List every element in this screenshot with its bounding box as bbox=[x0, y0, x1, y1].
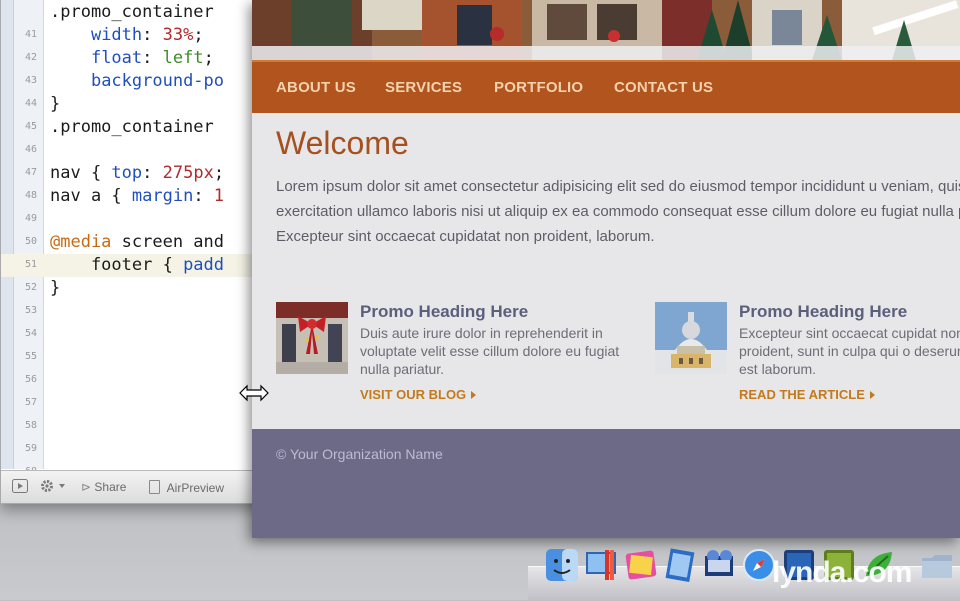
code-text: } bbox=[50, 278, 61, 298]
line-number: 56 bbox=[24, 374, 37, 385]
code-text: .promo_container bbox=[50, 2, 214, 22]
code-text: width: 33%; bbox=[90, 25, 204, 45]
code-text: background-po bbox=[90, 71, 225, 91]
intro-paragraph: Lorem ipsum dolor sit amet consectetur a… bbox=[276, 178, 960, 245]
gear-icon[interactable] bbox=[40, 479, 68, 496]
line-number: 57 bbox=[24, 397, 37, 408]
website-preview: ABOUT US SERVICES PORTFOLIO CONTACT US W… bbox=[252, 0, 960, 538]
line-number: 44 bbox=[24, 98, 37, 109]
line-number: 50 bbox=[24, 236, 37, 247]
system-monitor-icon[interactable] bbox=[584, 548, 618, 582]
code-text: @media screen and bbox=[50, 232, 225, 252]
arrow-right-icon bbox=[869, 391, 875, 399]
nav-about-us[interactable]: ABOUT US bbox=[276, 79, 356, 96]
line-number: 51 bbox=[24, 259, 37, 270]
nav-contact-us[interactable]: CONTACT US bbox=[614, 79, 713, 96]
nav-portfolio[interactable]: PORTFOLIO bbox=[494, 79, 583, 96]
code-text: .promo_container bbox=[50, 117, 214, 137]
site-footer: © Your Organization Name bbox=[252, 429, 960, 538]
line-number: 41 bbox=[24, 29, 37, 40]
promo-text: Excepteur sint occaecat cupidat non proi… bbox=[739, 325, 960, 377]
share-button[interactable]: ⊳ Share bbox=[81, 480, 126, 494]
promo-card: Promo Heading Here Duis aute irure dolor… bbox=[276, 302, 619, 412]
copyright-text: © Your Organization Name bbox=[276, 446, 443, 462]
share-label: Share bbox=[94, 480, 127, 494]
line-number: 52 bbox=[24, 282, 37, 293]
line-number: 46 bbox=[24, 144, 37, 155]
line-number: 53 bbox=[24, 305, 37, 316]
line-number: 43 bbox=[24, 75, 37, 86]
line-number: 45 bbox=[24, 121, 37, 132]
arrow-right-icon bbox=[471, 391, 477, 399]
main-nav: ABOUT US SERVICES PORTFOLIO CONTACT US bbox=[252, 60, 960, 113]
link-label: READ THE ARTICLE bbox=[739, 387, 865, 402]
line-number: 49 bbox=[24, 213, 37, 224]
header-banner-image bbox=[252, 0, 960, 60]
line-number: 48 bbox=[24, 190, 37, 201]
visit-blog-link[interactable]: VISIT OUR BLOG bbox=[360, 387, 477, 402]
line-number: 42 bbox=[24, 52, 37, 63]
line-number: 59 bbox=[24, 443, 37, 454]
line-number: 47 bbox=[24, 167, 37, 178]
photo-app-icon[interactable] bbox=[624, 548, 658, 582]
share-icon: ⊳ bbox=[81, 480, 92, 494]
line-number: 54 bbox=[24, 328, 37, 339]
preview-app-icon[interactable] bbox=[662, 548, 696, 583]
folder-icon[interactable] bbox=[920, 548, 954, 582]
promo-image-chapel bbox=[655, 302, 727, 374]
resize-cursor-icon bbox=[239, 384, 269, 402]
code-text: } bbox=[50, 94, 61, 114]
airpreview-label: AirPreview bbox=[166, 481, 225, 495]
code-text: float: left; bbox=[90, 48, 214, 68]
code-text: nav { top: 275px; bbox=[50, 163, 225, 183]
promo-heading: Promo Heading Here bbox=[739, 302, 908, 321]
promo-text: Duis aute irure dolor in reprehenderit i… bbox=[360, 325, 620, 377]
link-label: VISIT OUR BLOG bbox=[360, 387, 467, 402]
code-text: nav a { margin: 1 bbox=[50, 186, 225, 206]
village-photo bbox=[252, 0, 960, 60]
device-icon bbox=[149, 480, 160, 494]
line-number: 58 bbox=[24, 420, 37, 431]
imovie-icon[interactable] bbox=[702, 548, 736, 582]
line-number: 55 bbox=[24, 351, 37, 362]
watermark-logo: lynda.com bbox=[772, 556, 912, 589]
preview-toggle-icon[interactable] bbox=[12, 479, 28, 496]
promo-heading: Promo Heading Here bbox=[360, 302, 529, 321]
airpreview-button[interactable]: AirPreview bbox=[149, 480, 224, 495]
finder-icon[interactable] bbox=[545, 548, 579, 582]
promo-card: Promo Heading Here Excepteur sint occaec… bbox=[655, 302, 960, 412]
page-title: Welcome bbox=[276, 125, 409, 161]
promo-image-ornament bbox=[276, 302, 348, 374]
code-text: footer { padd bbox=[50, 255, 225, 275]
nav-services[interactable]: SERVICES bbox=[385, 79, 462, 96]
safari-icon[interactable] bbox=[742, 548, 776, 582]
read-article-link[interactable]: READ THE ARTICLE bbox=[739, 387, 875, 402]
